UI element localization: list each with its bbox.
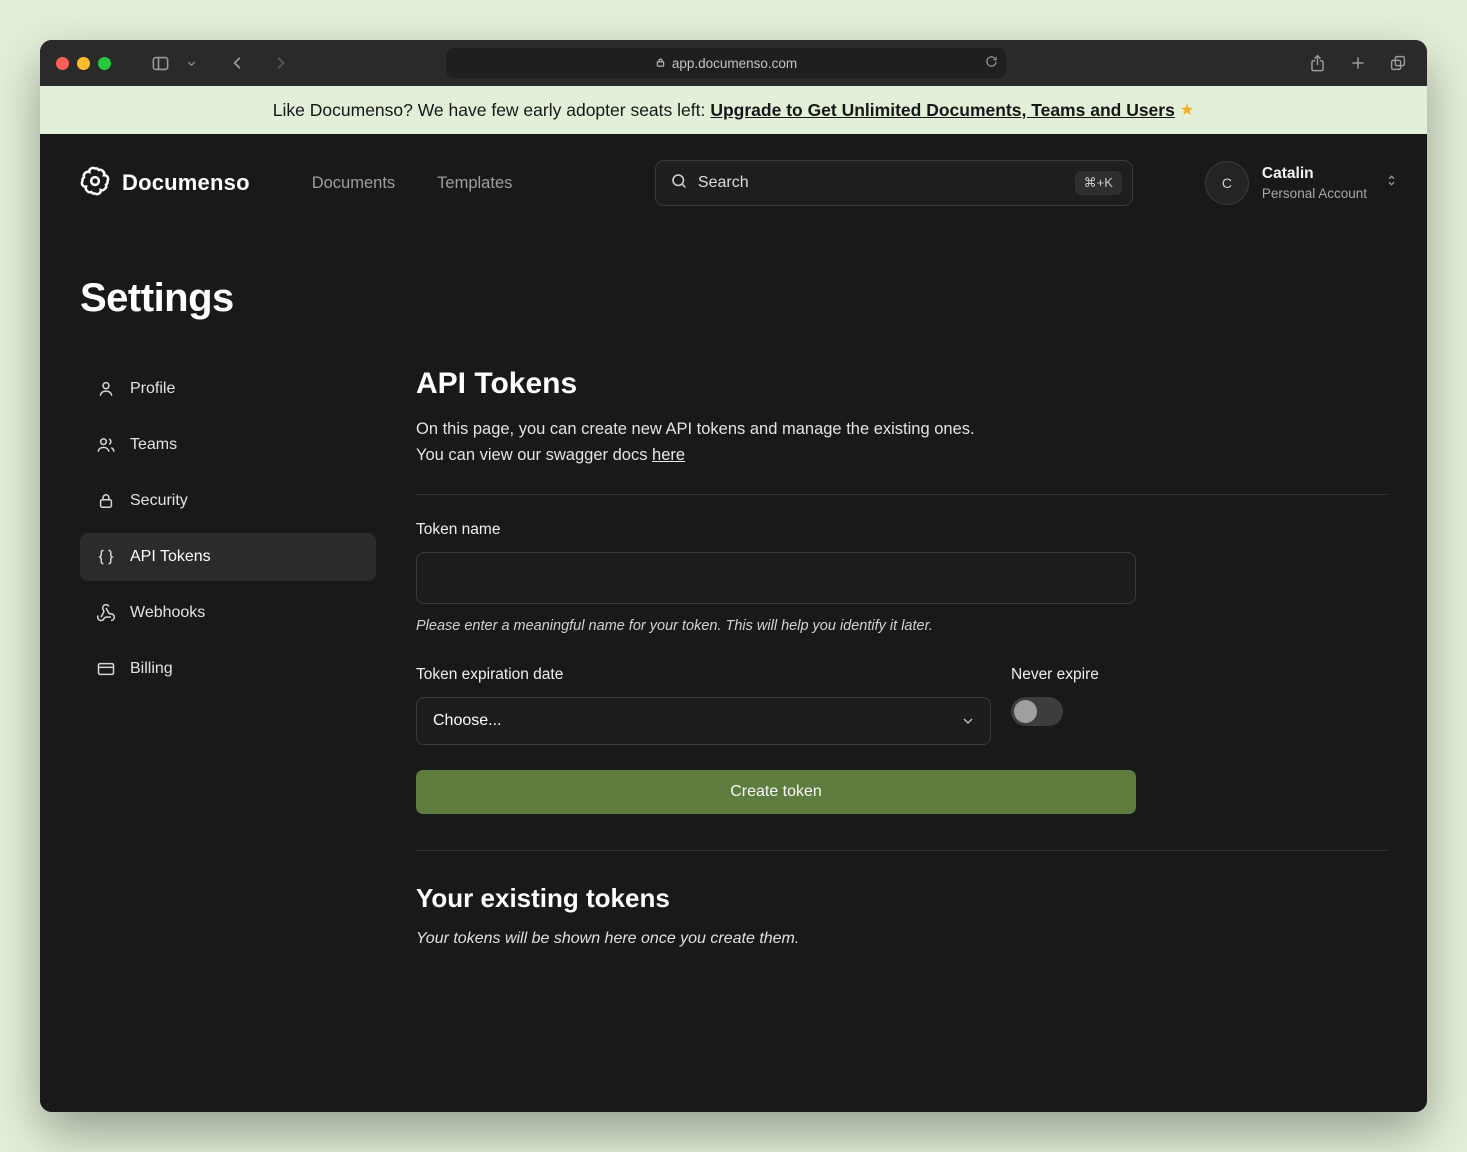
url-text: app.documenso.com — [672, 56, 797, 71]
never-expire-label: Never expire — [1011, 666, 1136, 684]
chevron-left-icon — [229, 54, 247, 72]
sidebar-icon — [151, 54, 170, 73]
brand-name: Documenso — [122, 170, 250, 196]
search-input[interactable] — [698, 174, 1065, 192]
existing-tokens-title: Your existing tokens — [416, 883, 1387, 914]
account-menu[interactable]: C Catalin Personal Account — [1205, 161, 1399, 205]
sidebar-item-security[interactable]: Security — [80, 477, 376, 525]
sidebar-item-api-tokens[interactable]: API Tokens — [80, 533, 376, 581]
upgrade-link[interactable]: Upgrade to Get Unlimited Documents, Team… — [710, 100, 1175, 121]
documenso-logo-icon — [80, 166, 110, 201]
sidebar-item-webhooks[interactable]: Webhooks — [80, 589, 376, 637]
expiration-label: Token expiration date — [416, 666, 991, 684]
sidebar-item-label: Security — [130, 492, 188, 510]
promo-banner: Like Documenso? We have few early adopte… — [40, 86, 1427, 134]
users-icon — [96, 435, 116, 455]
credit-card-icon — [96, 659, 116, 679]
chevron-down-icon — [960, 713, 976, 729]
plus-icon — [1349, 54, 1367, 72]
search-icon — [670, 172, 688, 195]
expiration-select-value: Choose... — [433, 712, 501, 730]
sidebar-item-label: Webhooks — [130, 604, 205, 622]
page-title: Settings — [80, 276, 1387, 321]
toolbar-right-actions — [1304, 50, 1411, 77]
chevron-right-icon — [271, 54, 289, 72]
braces-icon — [96, 547, 116, 567]
reload-icon[interactable] — [985, 55, 998, 71]
sidebar-item-label: Teams — [130, 436, 177, 454]
app-header: Documenso Documents Templates ⌘+K C Cata… — [40, 134, 1427, 230]
swagger-docs-link[interactable]: here — [652, 446, 685, 464]
minimize-window-button[interactable] — [77, 57, 90, 70]
nav-documents[interactable]: Documents — [312, 174, 395, 193]
sidebar-item-profile[interactable]: Profile — [80, 365, 376, 413]
account-type: Personal Account — [1262, 186, 1367, 201]
chevron-up-down-icon — [1384, 172, 1399, 194]
sidebar-item-teams[interactable]: Teams — [80, 421, 376, 469]
share-button[interactable] — [1304, 50, 1331, 77]
expiration-select[interactable]: Choose... — [416, 697, 991, 745]
token-name-input[interactable] — [416, 552, 1136, 604]
settings-page: Settings Profile Teams Security — [40, 276, 1427, 948]
window-controls — [56, 57, 111, 70]
sidebar-item-billing[interactable]: Billing — [80, 645, 376, 693]
back-button[interactable] — [225, 50, 251, 76]
search-box[interactable]: ⌘+K — [655, 160, 1133, 206]
api-tokens-panel: API Tokens On this page, you can create … — [416, 365, 1387, 948]
avatar: C — [1205, 161, 1249, 205]
search-shortcut: ⌘+K — [1075, 171, 1122, 195]
create-token-form: Token name Please enter a meaningful nam… — [416, 521, 1136, 814]
tab-overview-chevron-button[interactable] — [182, 54, 201, 73]
new-tab-button[interactable] — [1345, 50, 1371, 77]
sidebar-toggle-button[interactable] — [147, 50, 174, 77]
webhook-icon — [96, 603, 116, 623]
divider — [416, 494, 1387, 495]
divider — [416, 850, 1387, 851]
browser-window: app.documenso.com Like Documenso? We hav… — [40, 40, 1427, 1112]
lock-icon — [96, 491, 116, 511]
main-nav: Documents Templates — [312, 174, 513, 193]
browser-toolbar: app.documenso.com — [40, 40, 1427, 86]
documenso-app: Documenso Documents Templates ⌘+K C Cata… — [40, 134, 1427, 1112]
promo-text: Like Documenso? We have few early adopte… — [273, 100, 706, 121]
account-text: Catalin Personal Account — [1262, 165, 1367, 201]
existing-tokens-empty: Your tokens will be shown here once you … — [416, 930, 1387, 948]
tabs-overview-button[interactable] — [1385, 50, 1411, 77]
share-icon — [1308, 54, 1327, 73]
lock-icon — [655, 56, 666, 71]
user-icon — [96, 379, 116, 399]
zoom-window-button[interactable] — [98, 57, 111, 70]
toggle-knob — [1014, 700, 1037, 723]
section-description-line1: On this page, you can create new API tok… — [416, 420, 975, 438]
sidebar-item-label: Profile — [130, 380, 175, 398]
copy-tabs-icon — [1389, 54, 1407, 72]
never-expire-toggle[interactable] — [1011, 697, 1063, 726]
brand[interactable]: Documenso — [80, 166, 250, 201]
create-token-button[interactable]: Create token — [416, 770, 1136, 814]
account-name: Catalin — [1262, 165, 1367, 183]
chevron-down-icon — [186, 58, 197, 69]
sidebar-item-label: Billing — [130, 660, 173, 678]
section-description-line2: You can view our swagger docs — [416, 446, 647, 464]
settings-sidebar: Profile Teams Security API Tokens — [80, 365, 376, 693]
section-title: API Tokens — [416, 367, 1387, 401]
star-icon: ★ — [1180, 100, 1194, 120]
token-name-label: Token name — [416, 521, 1136, 539]
address-bar[interactable]: app.documenso.com — [446, 48, 1006, 78]
token-name-help: Please enter a meaningful name for your … — [416, 618, 1136, 634]
sidebar-item-label: API Tokens — [130, 548, 211, 566]
nav-templates[interactable]: Templates — [437, 174, 512, 193]
forward-button[interactable] — [267, 50, 293, 76]
close-window-button[interactable] — [56, 57, 69, 70]
